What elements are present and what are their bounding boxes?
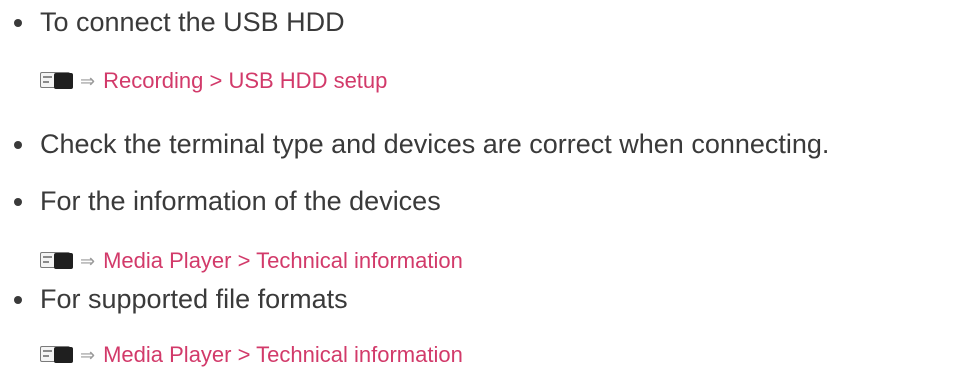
bullet-text: For supported file formats [40,284,348,314]
link-media-player-technical-information[interactable]: Media Player > Technical information [103,342,463,368]
bullet-text: To connect the USB HDD [40,7,345,37]
link-row-technical-information-formats[interactable]: ⇒ Media Player > Technical information [40,340,463,370]
link-row-technical-information[interactable]: ⇒ Media Player > Technical information [40,246,463,276]
link-usb-hdd-setup[interactable]: Recording > USB HDD setup [103,68,387,94]
arrow-icon: ⇒ [80,70,96,92]
bullet-dot [14,296,22,304]
menu-icon [40,71,74,91]
bullet-dot [14,19,22,27]
bullet-text: For the information of the devices [40,186,441,216]
bullet-text: Check the terminal type and devices are … [40,129,830,159]
bullet-dot [14,198,22,206]
bullet-dot [14,141,22,149]
arrow-icon: ⇒ [80,250,96,272]
arrow-icon: ⇒ [80,344,96,366]
link-row-usb-hdd-setup[interactable]: ⇒ Recording > USB HDD setup [40,66,387,96]
link-media-player-technical-information[interactable]: Media Player > Technical information [103,248,463,274]
menu-icon [40,345,74,365]
menu-icon [40,251,74,271]
